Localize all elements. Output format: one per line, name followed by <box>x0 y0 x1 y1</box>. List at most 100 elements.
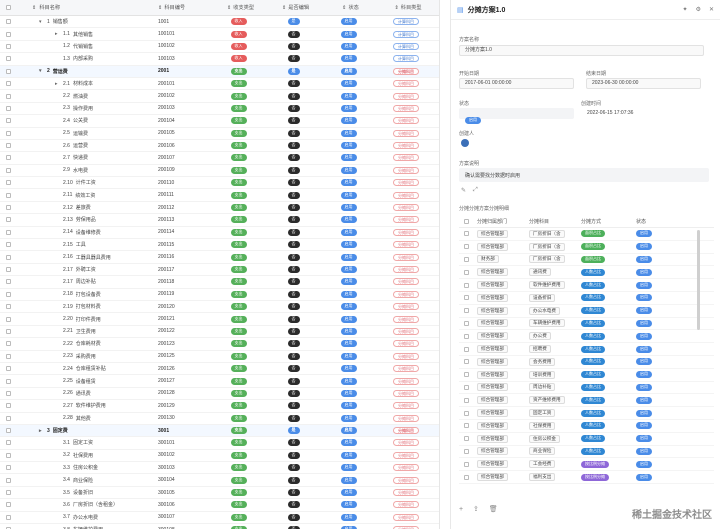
header-code[interactable]: ⇕ 科目编号 <box>156 4 211 12</box>
table-row[interactable]: 2.4 公关费 200104 支出 否 启用 分摊科目 <box>0 115 439 128</box>
table-row[interactable]: 3.1 固定工资 300101 支出 否 启用 分摊科目 <box>0 437 439 450</box>
row-checkbox[interactable] <box>6 19 11 25</box>
method-badge[interactable]: 人数占比 <box>581 281 605 289</box>
subject-cell[interactable]: 福利支出 <box>529 473 556 482</box>
header-edit[interactable]: ⇕ 是否编辑 <box>266 4 321 12</box>
chevron-right-icon[interactable]: ▸ <box>55 81 60 87</box>
table-row[interactable]: 2.26 通讯费 200128 支出 否 启用 分摊科目 <box>0 388 439 401</box>
row-checkbox[interactable] <box>6 428 11 434</box>
dept-cell[interactable]: 综合管理部 <box>477 242 508 251</box>
table-row[interactable]: 2.17 周边补贴 200118 支出 否 启用 分摊科目 <box>0 276 439 289</box>
dept-cell[interactable]: 综合管理部 <box>477 229 508 238</box>
status-field[interactable]: 启用 <box>459 108 574 124</box>
row-checkbox[interactable] <box>463 423 469 429</box>
row-checkbox[interactable] <box>463 436 469 442</box>
row-checkbox[interactable] <box>463 231 469 237</box>
dept-cell[interactable]: 综合管理部 <box>477 396 508 405</box>
row-checkbox[interactable] <box>6 390 11 396</box>
table-row[interactable]: 2.25 设备租赁 200127 支出 否 启用 分摊科目 <box>0 375 439 388</box>
row-checkbox[interactable] <box>6 316 11 322</box>
row-checkbox[interactable] <box>6 403 11 409</box>
dept-cell[interactable]: 综合管理部 <box>477 409 508 418</box>
table-row[interactable]: 3.2 社保费用 300102 支出 否 启用 分摊科目 <box>0 450 439 463</box>
row-checkbox[interactable] <box>6 415 11 421</box>
chevron-right-icon[interactable]: ▸ <box>55 31 60 37</box>
status-badge[interactable]: 启用 <box>636 332 652 340</box>
upload-icon[interactable]: ⇪ <box>473 506 479 513</box>
subject-cell[interactable]: 住房公积金 <box>529 434 560 443</box>
chevron-right-icon[interactable]: ▸ <box>39 428 44 434</box>
header-name[interactable]: ⇕ 科目名称 <box>28 4 156 12</box>
row-checkbox[interactable] <box>463 461 469 467</box>
row-checkbox[interactable] <box>463 269 469 275</box>
table-row[interactable]: 1.2 代销销售 100102 收入 否 启用 计算科目 <box>0 41 439 54</box>
dept-cell[interactable]: 综合管理部 <box>477 447 508 456</box>
subject-cell[interactable]: 办公水电费 <box>529 306 560 315</box>
allocation-row[interactable]: 综合管理部 社保费用 人数占比 启用 <box>459 420 714 433</box>
row-checkbox[interactable] <box>6 378 11 384</box>
dept-cell[interactable]: 综合管理部 <box>477 319 508 328</box>
table-row[interactable]: 2.22 仓库耗材费 200123 支出 否 启用 分摊科目 <box>0 338 439 351</box>
method-badge[interactable]: 人数占比 <box>581 345 605 353</box>
close-icon[interactable]: ✕ <box>709 6 714 13</box>
subject-cell[interactable]: 固定工资 <box>529 409 556 418</box>
allocation-row[interactable]: 综合管理部 设备折旧 人数占比 启用 <box>459 292 714 305</box>
name-field[interactable]: 分摊方案1.0 <box>459 45 704 56</box>
dept-cell[interactable]: 综合管理部 <box>477 370 508 379</box>
row-checkbox[interactable] <box>463 397 469 403</box>
row-checkbox[interactable] <box>6 118 11 124</box>
row-checkbox[interactable] <box>6 155 11 161</box>
table-row[interactable]: 2.10 计件工资 200110 支出 否 启用 分摊科目 <box>0 177 439 190</box>
subject-cell[interactable]: 软件维护费用 <box>529 281 565 290</box>
row-checkbox[interactable] <box>463 320 469 326</box>
row-checkbox[interactable] <box>6 490 11 496</box>
allocation-row[interactable]: 综合管理部 福利支出 按比例分摊 启用 <box>459 471 714 484</box>
delete-icon[interactable]: 🗑 <box>489 506 498 513</box>
allocation-row[interactable]: 综合管理部 厂房折旧（含 面积占比 启用 <box>459 228 714 241</box>
subject-cell[interactable]: 招聘费 <box>529 345 551 354</box>
table-row[interactable]: ▸ 3 固定费 3001 支出 是 启用 分摊科目 <box>0 424 439 438</box>
row-checkbox[interactable] <box>6 68 11 74</box>
table-row[interactable]: 2.24 仓库租赁补贴 200126 支出 否 启用 分摊科目 <box>0 363 439 376</box>
dept-cell[interactable]: 财务部 <box>477 255 499 264</box>
row-checkbox[interactable] <box>6 279 11 285</box>
row-checkbox[interactable] <box>463 282 469 288</box>
table-row[interactable]: 3.6 厂房折旧（含租金） 300106 支出 否 启用 分摊科目 <box>0 499 439 512</box>
row-checkbox[interactable] <box>6 502 11 508</box>
row-checkbox[interactable] <box>6 229 11 235</box>
status-badge[interactable]: 启用 <box>636 319 652 327</box>
subject-cell[interactable]: 资产维修费用 <box>529 396 565 405</box>
row-checkbox[interactable] <box>463 308 469 314</box>
method-badge[interactable]: 人数占比 <box>581 319 605 327</box>
allocation-row[interactable]: 财务部 厂房折旧（含 面积占比 启用 <box>459 254 714 267</box>
method-badge[interactable]: 人数占比 <box>581 409 605 417</box>
row-checkbox[interactable] <box>6 267 11 272</box>
status-badge[interactable]: 启用 <box>636 396 652 404</box>
status-badge[interactable]: 启用 <box>636 294 652 302</box>
method-badge[interactable]: 人数占比 <box>581 422 605 430</box>
row-checkbox[interactable] <box>6 242 11 248</box>
subject-cell[interactable]: 厂房折旧（含 <box>529 229 565 238</box>
select-all-checkbox[interactable] <box>6 5 11 10</box>
table-row[interactable]: 2.14 设备维修费 200114 支出 否 启用 分摊科目 <box>0 227 439 240</box>
table-row[interactable]: 2.7 快递费 200107 支出 否 启用 分摊科目 <box>0 152 439 165</box>
table-row[interactable]: 3.7 办公水电费 300107 支出 否 启用 分摊科目 <box>0 512 439 525</box>
status-badge[interactable]: 启用 <box>636 230 652 238</box>
allocation-row[interactable]: 综合管理部 软件维护费用 人数占比 启用 <box>459 279 714 292</box>
end-date-field[interactable]: 2023-06-30 00:00:00 <box>586 78 701 89</box>
row-checkbox[interactable] <box>6 167 11 173</box>
method-badge[interactable]: 人数占比 <box>581 383 605 391</box>
status-badge[interactable]: 启用 <box>636 422 652 430</box>
table-row[interactable]: 3.5 设备折旧 300105 支出 否 启用 分摊科目 <box>0 487 439 500</box>
subject-cell[interactable]: 会务费用 <box>529 357 556 366</box>
subject-cell[interactable]: 车辆维护费用 <box>529 319 565 328</box>
row-checkbox[interactable] <box>6 43 11 49</box>
status-badge[interactable]: 启用 <box>636 268 652 276</box>
allocation-row[interactable]: 综合管理部 住房公积金 人数占比 启用 <box>459 433 714 446</box>
row-checkbox[interactable] <box>463 474 469 480</box>
chevron-down-icon[interactable]: ▾ <box>39 68 44 74</box>
dept-cell[interactable]: 综合管理部 <box>477 306 508 315</box>
table-row[interactable]: 2.21 卫生费用 200122 支出 否 启用 分摊科目 <box>0 326 439 339</box>
dept-cell[interactable]: 综合管理部 <box>477 281 508 290</box>
subject-cell[interactable]: 培训费用 <box>529 370 556 379</box>
